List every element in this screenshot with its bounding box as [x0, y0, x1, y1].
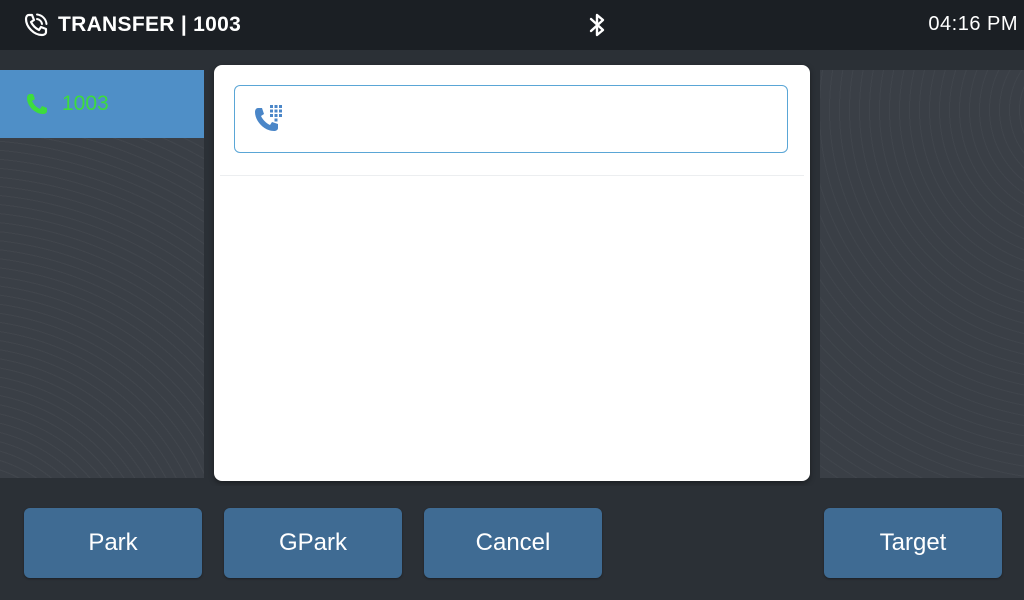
dialpad-phone-icon — [255, 105, 282, 131]
line-label: 1003 — [62, 92, 109, 115]
line-item-1003[interactable]: 1003 — [0, 70, 204, 138]
search-results-list — [220, 177, 804, 473]
status-call-info: TRANSFER | 1003 — [22, 10, 241, 40]
dial-number-field[interactable] — [234, 85, 788, 153]
line-list-panel: 1003 — [0, 70, 204, 478]
status-bar: TRANSFER | 1003 04:16 PM — [0, 0, 1024, 50]
phone-ringing-icon — [24, 13, 48, 37]
clock: 04:16 PM — [928, 13, 1018, 35]
phone-icon — [27, 94, 47, 114]
target-button[interactable]: Target — [824, 508, 1002, 578]
dialog-divider — [220, 175, 804, 176]
phone-screen: TRANSFER | 1003 04:16 PM 1003 Park GPark… — [0, 0, 1024, 600]
gpark-button[interactable]: GPark — [224, 508, 402, 578]
park-button[interactable]: Park — [24, 508, 202, 578]
background-panel — [820, 70, 1024, 478]
call-status-title: TRANSFER | 1003 — [58, 13, 242, 36]
cancel-button[interactable]: Cancel — [424, 508, 602, 578]
bluetooth-icon — [589, 13, 605, 37]
softkey-bar: Park GPark Cancel Target — [0, 486, 1024, 600]
transfer-dial-dialog — [214, 65, 810, 481]
dial-number-input[interactable] — [297, 93, 777, 145]
